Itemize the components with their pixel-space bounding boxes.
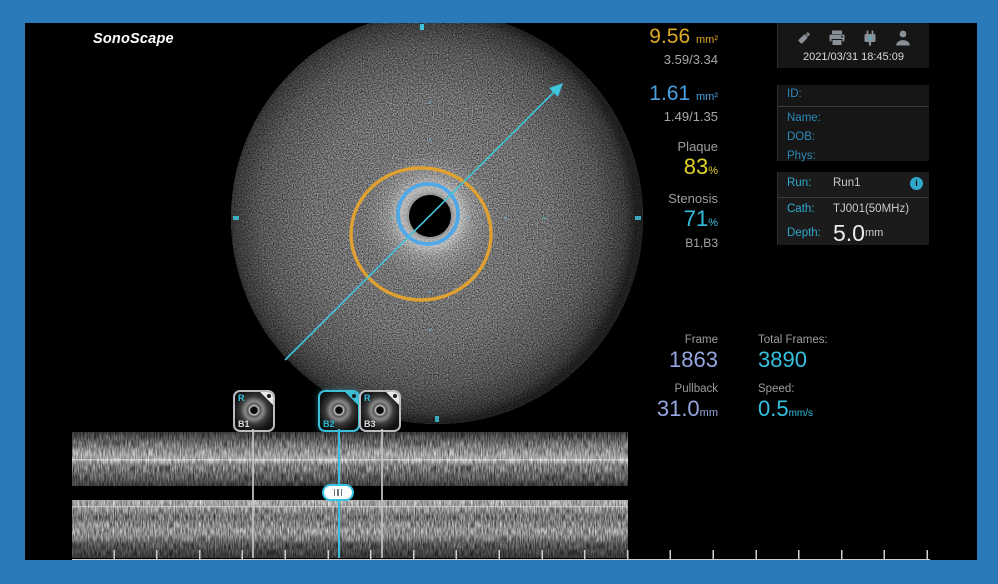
speed-label: Speed: xyxy=(758,382,898,397)
power-plug-icon[interactable] xyxy=(860,28,880,48)
frame-info: Frame 1863 Pullback 31.0mm xyxy=(598,333,718,425)
bookmark-r-marker: R xyxy=(364,393,371,403)
patient-id-row: ID: xyxy=(778,85,929,107)
total-frames-label: Total Frames: xyxy=(758,333,898,348)
pullback-value: 31.0mm xyxy=(598,397,718,425)
patient-id-label: ID: xyxy=(787,88,802,100)
patient-dob-label: DOB: xyxy=(787,131,815,143)
bookmark-r-marker: R xyxy=(238,393,245,403)
bookmark-fold-dot xyxy=(352,394,356,398)
user-icon[interactable] xyxy=(893,28,913,48)
patient-dob-row: DOB: xyxy=(778,128,929,147)
depth-value: 5.0 xyxy=(833,221,865,245)
cath-value: TJ001(50MHz) xyxy=(833,202,909,217)
measurement-results: 9.56 mm² 3.59/3.34 1.61 mm² 1.49/1.35 Pl… xyxy=(598,23,718,251)
depth-row: Depth: 5.0mm xyxy=(778,221,929,249)
bookmark-fold-dot xyxy=(267,394,271,398)
main-display-area: SonoScape xyxy=(25,23,977,560)
usb-storage-icon[interactable] xyxy=(794,28,814,48)
system-toolbar: 2021/03/31 18:45:09 xyxy=(777,23,929,68)
run-value: Run1 xyxy=(833,176,861,191)
totals-info: Total Frames: 3890 Speed: 0.5mm/s xyxy=(758,333,898,426)
patient-name-label: Name: xyxy=(787,112,821,124)
patient-name-row: Name: xyxy=(778,109,929,128)
bookmark-line-b3 xyxy=(381,429,383,558)
bookmark-fold-dot xyxy=(393,394,397,398)
plaque-label: Plaque xyxy=(598,139,718,155)
total-frames-value: 3890 xyxy=(758,348,898,372)
vessel-area-value: 9.56 mm² xyxy=(598,25,718,52)
run-selector-row[interactable]: Run: Run1 i xyxy=(778,172,929,198)
patient-info-panel[interactable]: ID: Name: DOB: Phys: xyxy=(777,85,929,161)
speed-value: 0.5mm/s xyxy=(758,397,898,426)
bookmark-line-b1 xyxy=(252,429,254,558)
longitudinal-view-upper[interactable] xyxy=(72,432,628,486)
bookmark-id: B1 xyxy=(238,419,250,429)
vessel-diameters: 3.59/3.34 xyxy=(598,52,718,68)
bookmark-id: B3 xyxy=(364,419,376,429)
brand-logo: SonoScape xyxy=(93,31,174,47)
run-info-panel: Run: Run1 i Cath: TJ001(50MHz) Depth: 5.… xyxy=(777,172,929,245)
pullback-label: Pullback xyxy=(598,382,718,397)
frame-slider-handle[interactable] xyxy=(322,484,354,501)
bookmark-thumb-b2[interactable]: B2 xyxy=(318,390,360,432)
ivus-cross-section-image[interactable] xyxy=(231,23,643,424)
stenosis-reference-bookmarks: B1,B3 xyxy=(598,235,718,251)
stenosis-value: 71% xyxy=(598,207,718,235)
plaque-value: 83% xyxy=(598,155,718,183)
system-datetime: 2021/03/31 18:45:09 xyxy=(778,51,929,63)
patient-phys-label: Phys: xyxy=(787,150,816,162)
printer-icon[interactable] xyxy=(827,28,847,48)
orientation-tick xyxy=(420,24,424,30)
app-window: SonoScape xyxy=(0,0,998,584)
depth-label: Depth: xyxy=(787,226,833,241)
bookmark-thumb-b1[interactable]: R B1 xyxy=(233,390,275,432)
frame-label: Frame xyxy=(598,333,718,348)
run-label: Run: xyxy=(787,176,833,191)
frame-value: 1863 xyxy=(598,348,718,372)
catheter-row: Cath: TJ001(50MHz) xyxy=(778,198,929,221)
bookmark-thumb-b3[interactable]: R B3 xyxy=(359,390,401,432)
lumen-diameters: 1.49/1.35 xyxy=(598,109,718,125)
patient-phys-row: Phys: xyxy=(778,147,929,166)
run-info-icon[interactable]: i xyxy=(910,177,923,190)
cath-label: Cath: xyxy=(787,202,833,217)
stenosis-label: Stenosis xyxy=(598,191,718,207)
bookmark-id: B2 xyxy=(323,419,335,429)
pullback-ruler xyxy=(72,550,930,560)
lumen-area-value: 1.61 mm² xyxy=(598,82,718,109)
